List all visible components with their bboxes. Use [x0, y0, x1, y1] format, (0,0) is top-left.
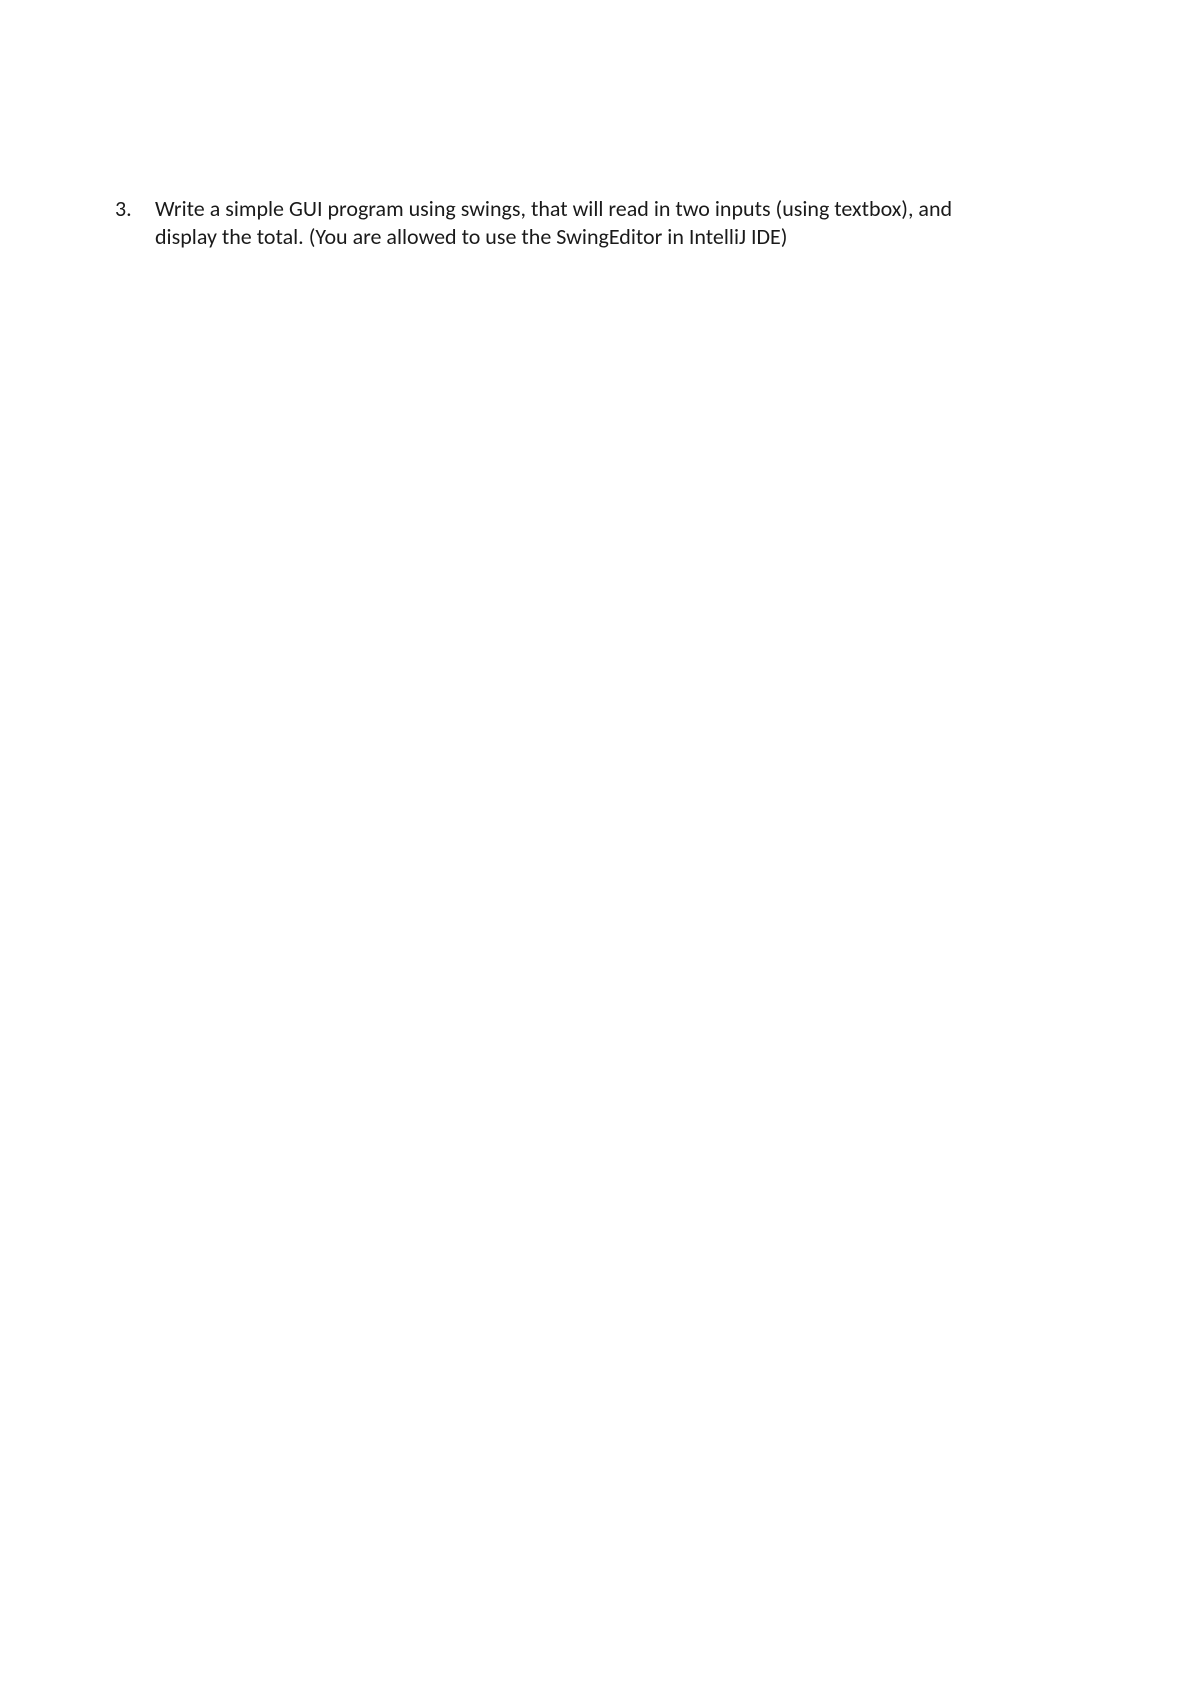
- document-page: 3. Write a simple GUI program using swin…: [0, 0, 1200, 251]
- list-item-marker: 3.: [115, 195, 155, 223]
- list-item-text: Write a simple GUI program using swings,…: [155, 195, 985, 251]
- list-item: 3. Write a simple GUI program using swin…: [115, 195, 1085, 251]
